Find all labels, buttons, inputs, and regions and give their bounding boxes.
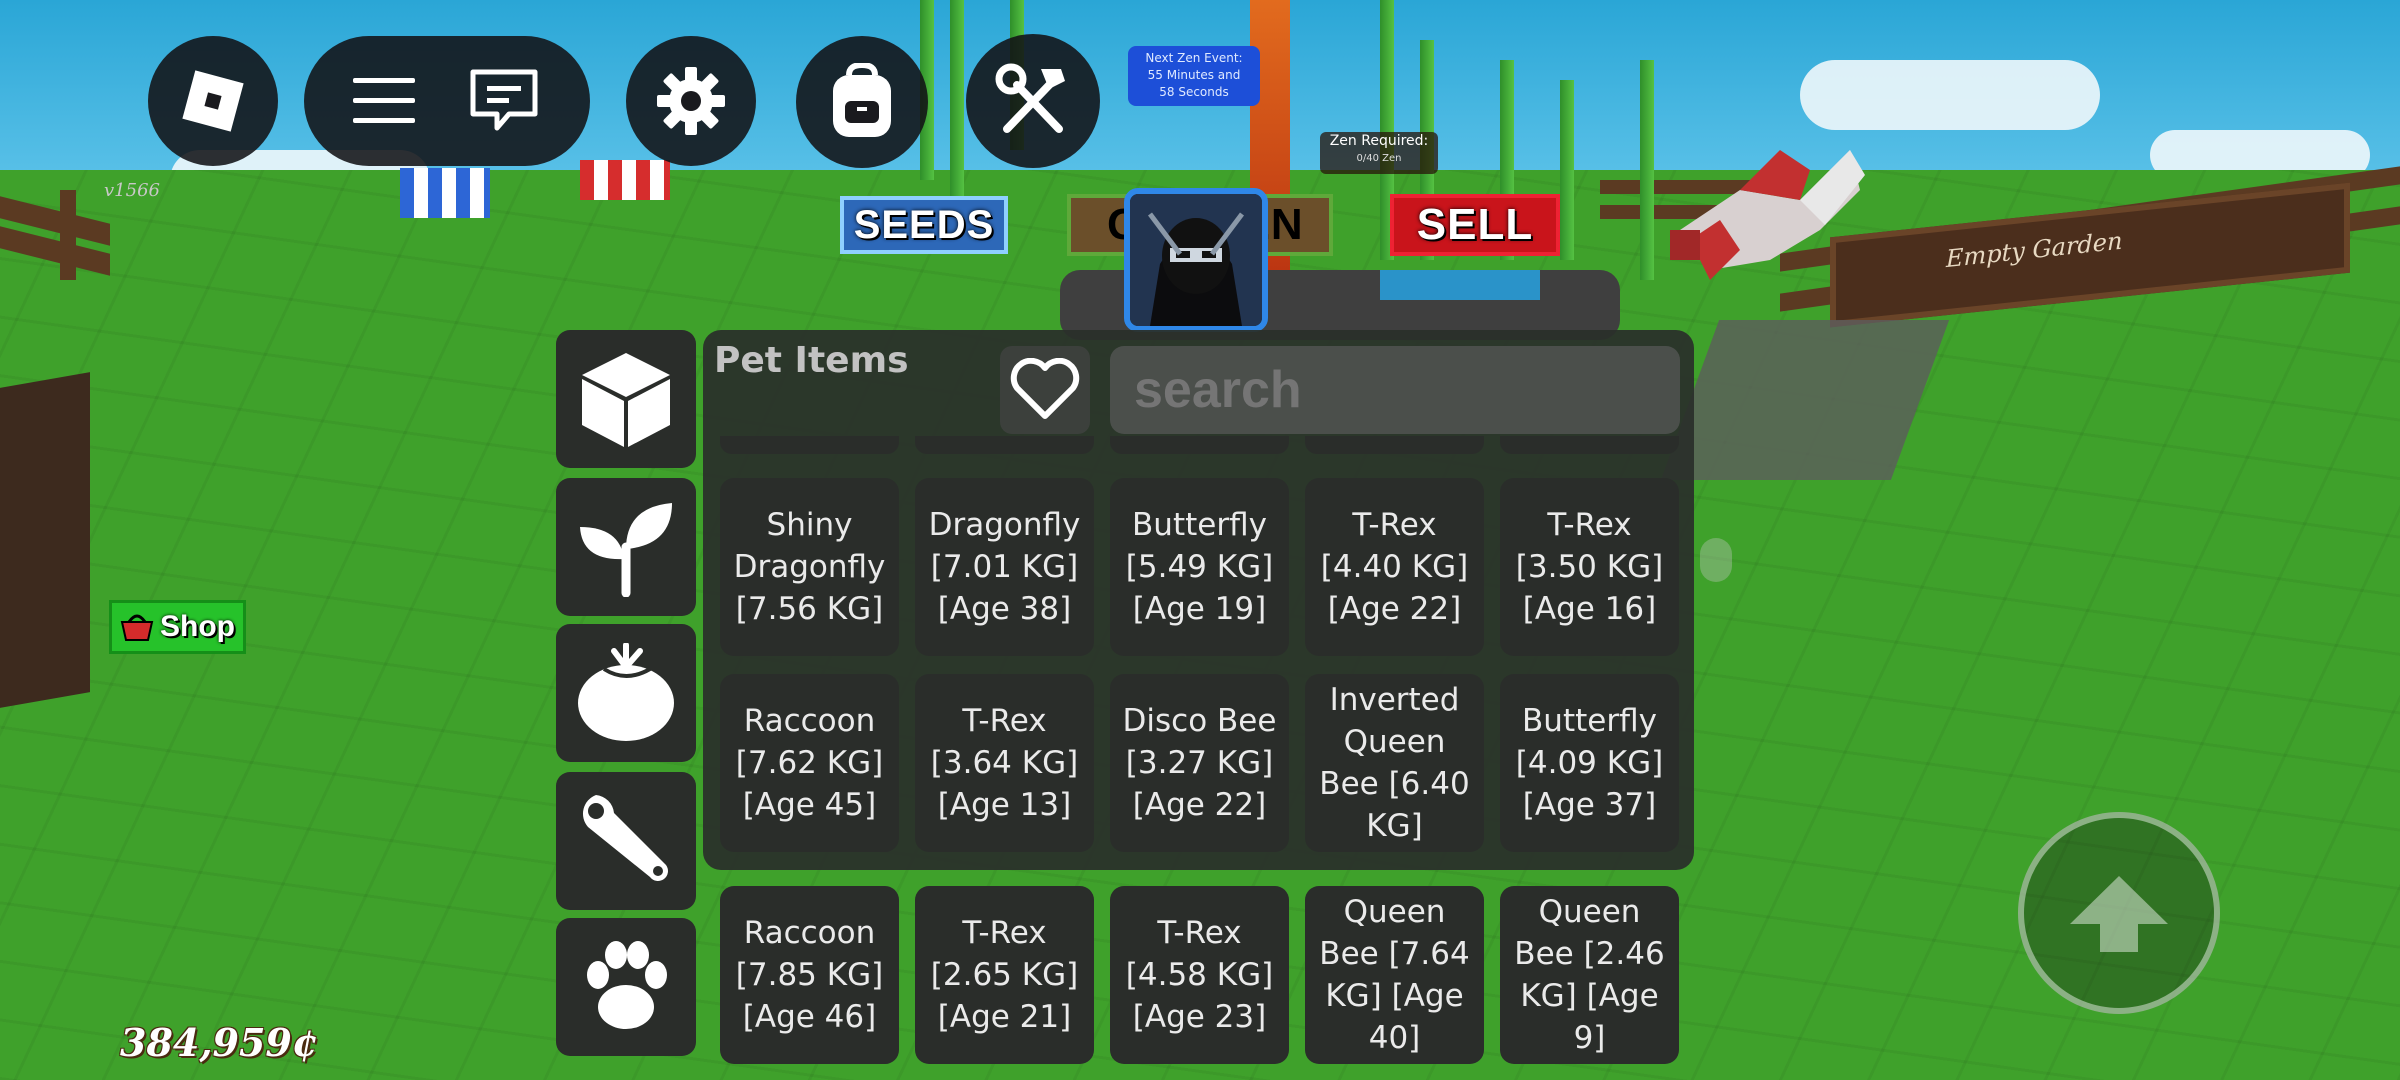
category-tab-pets[interactable] bbox=[556, 918, 696, 1056]
inventory-slot[interactable]: T-Rex [3.64 KG] [Age 13] bbox=[915, 674, 1094, 852]
bamboo bbox=[950, 0, 964, 200]
zen-event-title: Next Zen Event: bbox=[1145, 51, 1243, 65]
backpack-icon bbox=[833, 63, 891, 137]
shop-button[interactable]: Shop bbox=[109, 600, 246, 654]
category-tab-fruits[interactable] bbox=[556, 624, 696, 762]
roblox-logo-icon bbox=[182, 70, 244, 132]
cube-icon bbox=[582, 353, 670, 447]
sell-button[interactable]: SELL bbox=[1390, 194, 1560, 256]
inventory-slot-hidden[interactable] bbox=[1110, 436, 1289, 454]
inventory-slot[interactable]: T-Rex [4.40 KG] [Age 22] bbox=[1305, 478, 1484, 656]
version-label: v1566 bbox=[104, 180, 160, 201]
water bbox=[1380, 270, 1540, 300]
favorites-button[interactable] bbox=[1000, 346, 1090, 434]
backpack-button[interactable] bbox=[796, 36, 928, 168]
inventory-slot[interactable]: Butterfly [5.49 KG] [Age 19] bbox=[1110, 478, 1289, 656]
hamburger-menu-icon[interactable] bbox=[353, 76, 415, 126]
category-tab-seeds[interactable] bbox=[556, 478, 696, 616]
inventory-slot-hidden[interactable] bbox=[915, 436, 1094, 454]
tomato-icon bbox=[578, 643, 674, 741]
hotbar-slot[interactable]: Queen Bee [2.46 KG] [Age 9] bbox=[1500, 886, 1679, 1064]
inventory-slot-hidden[interactable] bbox=[720, 436, 899, 454]
hotbar-slot[interactable]: T-Rex [2.65 KG] [Age 21] bbox=[915, 886, 1094, 1064]
zen-required-badge: Zen Required: 0/40 Zen bbox=[1320, 132, 1438, 174]
chat-icon[interactable] bbox=[467, 68, 541, 134]
menu-chat-group bbox=[304, 36, 590, 166]
ninja-avatar-icon bbox=[1130, 194, 1262, 326]
inventory-slot[interactable]: Butterfly [4.09 KG] [Age 37] bbox=[1500, 674, 1679, 852]
category-tab-cubes[interactable] bbox=[556, 330, 696, 468]
cloud bbox=[1800, 60, 2100, 130]
player-avatar[interactable] bbox=[1124, 188, 1268, 332]
shop-sign-board bbox=[0, 372, 90, 708]
jump-button[interactable] bbox=[2018, 812, 2220, 1014]
scrollbar-thumb[interactable] bbox=[1700, 538, 1732, 582]
shop-label: Shop bbox=[160, 610, 235, 643]
panel-title: Pet Items bbox=[714, 340, 909, 381]
hammer-wrench-icon bbox=[995, 63, 1065, 133]
fence-post bbox=[60, 190, 76, 280]
hotbar-slot[interactable]: T-Rex [4.58 KG] [Age 23] bbox=[1110, 886, 1289, 1064]
paw-icon bbox=[587, 941, 667, 1029]
bamboo bbox=[1560, 80, 1574, 260]
empty-garden-sign: Empty Garden bbox=[1946, 226, 2123, 274]
gear-icon bbox=[657, 67, 725, 135]
inventory-slot[interactable]: Shiny Dragonfly [7.56 KG] bbox=[720, 478, 899, 656]
inventory-slot-hidden[interactable] bbox=[1305, 436, 1484, 454]
settings-button[interactable] bbox=[626, 36, 756, 166]
inventory-slot[interactable]: Raccoon [7.62 KG] [Age 45] bbox=[720, 674, 899, 852]
hotbar-slot[interactable]: Raccoon [7.85 KG] [Age 46] bbox=[720, 886, 899, 1064]
zen-required-title: Zen Required: bbox=[1329, 133, 1429, 149]
inventory-slot[interactable]: T-Rex [3.50 KG] [Age 16] bbox=[1500, 478, 1679, 656]
wrench-icon bbox=[582, 795, 668, 881]
seeds-button[interactable]: SEEDS bbox=[840, 196, 1008, 254]
roblox-menu-button[interactable] bbox=[148, 36, 278, 166]
hotbar-slot[interactable]: Queen Bee [7.64 KG] [Age 40] bbox=[1305, 886, 1484, 1064]
search-input[interactable] bbox=[1110, 346, 1680, 434]
heart-icon bbox=[1010, 358, 1080, 419]
inventory-slot[interactable]: Dragonfly [7.01 KG] [Age 38] bbox=[915, 478, 1094, 656]
basket-icon bbox=[120, 614, 154, 641]
tools-button[interactable] bbox=[966, 34, 1100, 168]
market-stall bbox=[580, 160, 670, 200]
zen-required-value: 0/40 Zen bbox=[1356, 153, 1402, 164]
zen-event-timer: Next Zen Event: 55 Minutes and 58 Second… bbox=[1128, 46, 1260, 106]
inventory-slot[interactable]: Disco Bee [3.27 KG] [Age 22] bbox=[1110, 674, 1289, 852]
market-stall bbox=[400, 168, 490, 218]
inventory-slot-hidden[interactable] bbox=[1500, 436, 1679, 454]
category-tab-gear[interactable] bbox=[556, 772, 696, 910]
sprout-icon bbox=[580, 503, 672, 597]
coin-balance: 384,959¢ bbox=[120, 1020, 319, 1065]
zen-event-seconds: 58 Seconds bbox=[1159, 85, 1229, 99]
zen-event-minutes: 55 Minutes and bbox=[1147, 68, 1241, 82]
up-arrow-icon bbox=[2070, 876, 2168, 952]
dragon-pet bbox=[1670, 150, 1865, 280]
inventory-slot[interactable]: Inverted Queen Bee [6.40 KG] bbox=[1305, 674, 1484, 852]
